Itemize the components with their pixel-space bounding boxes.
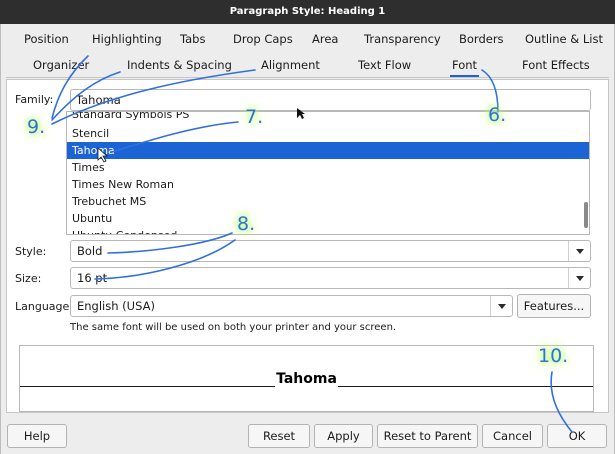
- scrollbar-thumb[interactable]: [584, 202, 588, 228]
- tab-alignment[interactable]: Alignment: [261, 52, 320, 78]
- reset-button[interactable]: Reset: [248, 424, 310, 448]
- preview-text: Tahoma: [275, 371, 338, 387]
- chevron-down-icon[interactable]: [490, 296, 512, 316]
- chevron-down-icon[interactable]: [568, 241, 590, 261]
- tab-indents-spacing[interactable]: Indents & Spacing: [127, 52, 232, 78]
- language-dropdown[interactable]: English (USA): [70, 295, 513, 317]
- tab-tabs[interactable]: Tabs: [180, 26, 205, 52]
- tab-text-flow[interactable]: Text Flow: [358, 52, 411, 78]
- tab-transparency[interactable]: Transparency: [364, 26, 441, 52]
- size-value: 16 pt: [77, 271, 108, 285]
- apply-button[interactable]: Apply: [314, 424, 373, 448]
- style-dropdown[interactable]: Bold: [70, 240, 591, 262]
- ok-button[interactable]: OK: [547, 424, 607, 448]
- window-title: Paragraph Style: Heading 1: [0, 0, 615, 24]
- family-list-scrollbar[interactable]: [584, 114, 588, 232]
- preview-text-wrap: Tahoma: [20, 371, 593, 387]
- list-item[interactable]: Trebuchet MS: [67, 193, 583, 210]
- family-label: Family:: [15, 93, 54, 106]
- tab-position[interactable]: Position: [24, 26, 69, 52]
- reset-to-parent-button[interactable]: Reset to Parent: [377, 424, 478, 448]
- tab-highlighting[interactable]: Highlighting: [92, 26, 162, 52]
- font-note: The same font will be used on both your …: [70, 322, 397, 333]
- size-dropdown[interactable]: 16 pt: [70, 267, 591, 289]
- annotation-10: 10.: [538, 345, 569, 367]
- cancel-button[interactable]: Cancel: [482, 424, 543, 448]
- tab-area[interactable]: Area: [312, 26, 338, 52]
- tab-organizer[interactable]: Organizer: [33, 52, 89, 78]
- style-value: Bold: [77, 244, 103, 258]
- family-input[interactable]: Tahoma: [70, 89, 591, 111]
- annotation-9: 9.: [27, 116, 46, 138]
- tab-outline-list[interactable]: Outline & List: [525, 26, 603, 52]
- tab-row-2: Organizer Indents & Spacing Alignment Te…: [6, 52, 609, 78]
- list-item-selected[interactable]: Tahoma: [67, 142, 589, 159]
- annotation-7: 7.: [245, 106, 264, 128]
- tab-font[interactable]: Font: [449, 52, 480, 78]
- tab-font-effects[interactable]: Font Effects: [522, 52, 590, 78]
- font-preview: Tahoma: [19, 345, 594, 412]
- annotation-6: 6.: [488, 104, 507, 126]
- language-value: English (USA): [77, 299, 155, 313]
- tab-borders[interactable]: Borders: [459, 26, 504, 52]
- features-button[interactable]: Features...: [517, 294, 591, 318]
- help-button[interactable]: Help: [7, 424, 67, 448]
- list-item[interactable]: Ubuntu: [67, 210, 583, 227]
- tab-drop-caps[interactable]: Drop Caps: [233, 26, 293, 52]
- list-item[interactable]: Times New Roman: [67, 176, 583, 193]
- list-item[interactable]: Times: [67, 159, 583, 176]
- list-item[interactable]: Stencil: [67, 125, 583, 142]
- size-label: Size:: [15, 272, 42, 285]
- chevron-down-icon[interactable]: [568, 268, 590, 288]
- tab-row-1: Position Highlighting Tabs Drop Caps Are…: [6, 26, 609, 52]
- annotation-8: 8.: [237, 213, 256, 235]
- list-item[interactable]: Ubuntu Condensed: [67, 227, 583, 234]
- family-list[interactable]: Standard Symbols PS Stencil Tahoma Times…: [66, 111, 590, 235]
- style-label: Style:: [15, 245, 47, 258]
- language-label: Language:: [15, 300, 73, 313]
